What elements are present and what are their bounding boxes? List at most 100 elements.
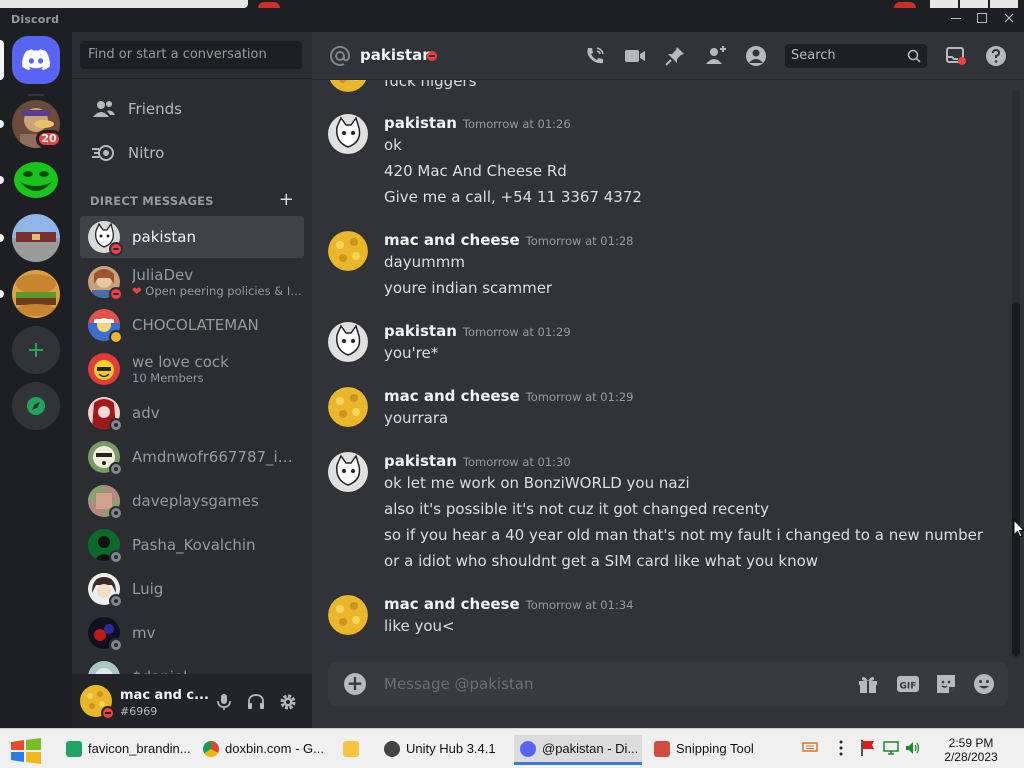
search-input[interactable]: Search	[785, 44, 927, 68]
message-composer[interactable]: + Message @pakistan GIF	[328, 662, 1008, 706]
tray-overflow-icon[interactable]	[836, 739, 846, 761]
message-timestamp: Tomorrow at 01:29	[525, 390, 634, 404]
volume-icon[interactable]	[904, 739, 922, 761]
divider	[72, 78, 312, 79]
inbox-button[interactable]	[944, 44, 968, 68]
microphone-icon	[217, 694, 231, 710]
taskbar-item-snipping-tool[interactable]: Snipping Tool	[648, 735, 770, 765]
gif-button[interactable]: GIF	[896, 672, 920, 696]
status-dnd-indicator	[101, 706, 115, 720]
create-dm-button[interactable]: +	[279, 189, 294, 210]
upload-button[interactable]: +	[344, 673, 366, 695]
message-author[interactable]: mac and cheese Tomorrow at 01:34	[384, 595, 633, 613]
avatar[interactable]	[328, 452, 368, 492]
home-button[interactable]	[12, 36, 60, 84]
explore-servers-button[interactable]	[12, 382, 60, 430]
pinned-messages-button[interactable]	[663, 44, 687, 68]
avatar[interactable]	[328, 322, 368, 362]
deafen-button[interactable]	[246, 692, 266, 712]
nav-friends[interactable]: Friends	[80, 88, 304, 130]
author-name: mac and cheese	[384, 231, 520, 249]
taskbar-item-label: @pakistan - Di...	[542, 741, 639, 756]
taskbar-item-discord[interactable]: @pakistan - Di...	[514, 735, 642, 765]
pin-icon	[665, 47, 684, 66]
emoji-button[interactable]	[972, 672, 996, 696]
help-icon	[986, 46, 1006, 66]
author-name: mac and cheese	[384, 595, 520, 613]
compass-icon	[27, 397, 45, 415]
taskbar-item-chrome[interactable]: doxbin.com - G...	[197, 735, 323, 765]
message-text: ok let me work on BonziWORLD you nazi	[384, 474, 690, 492]
avatar[interactable]	[328, 387, 368, 427]
dm-item-juliadev[interactable]: JuliaDev ❤ Open peering policies & IP...	[80, 261, 304, 303]
taskbar-item-label: doxbin.com - G...	[225, 741, 323, 756]
taskbar-item-file-explorer[interactable]	[337, 735, 367, 765]
dm-item-pakistan[interactable]: pakistan	[80, 216, 304, 258]
message-author[interactable]: mac and cheese Tomorrow at 01:29	[384, 387, 633, 405]
unity-icon	[384, 740, 400, 757]
message-text: so if you hear a 40 year old man that's …	[384, 526, 984, 544]
dm-item-chocolateman[interactable]: CHOCOLATEMAN	[80, 304, 304, 346]
nitro-icon	[80, 143, 128, 163]
sticker-button[interactable]	[934, 672, 958, 696]
avatar[interactable]	[328, 231, 368, 271]
server-burger[interactable]	[12, 270, 60, 318]
taskbar-item-unity-hub[interactable]: Unity Hub 3.4.1	[378, 735, 504, 765]
close-button[interactable]	[997, 11, 1021, 29]
status-idle-indicator	[109, 330, 123, 344]
dm-item-amdnwofr[interactable]: Amdnwofr667787_im...	[80, 436, 304, 478]
user-profile-button[interactable]	[744, 44, 768, 68]
avatar	[88, 485, 123, 520]
dm-name: adv	[132, 404, 160, 422]
message-author[interactable]: pakistan Tomorrow at 01:29	[384, 322, 571, 340]
help-button[interactable]	[984, 44, 1008, 68]
server-plaza[interactable]	[12, 214, 60, 262]
user-avatar[interactable]	[80, 685, 115, 720]
dm-item-pasha[interactable]: Pasha_Kovalchin	[80, 524, 304, 566]
message-author[interactable]: pakistan Tomorrow at 01:30	[384, 452, 571, 470]
status-dnd-indicator	[427, 51, 437, 61]
message-author[interactable]: pakistan Tomorrow at 01:26	[384, 114, 571, 132]
dm-item-daveplaysgames[interactable]: daveplaysgames	[80, 480, 304, 522]
video-call-button[interactable]	[623, 44, 647, 68]
headphones-icon	[248, 694, 264, 709]
message-input[interactable]: Message @pakistan	[384, 675, 533, 693]
start-button[interactable]	[10, 738, 42, 764]
user-settings-button[interactable]	[278, 692, 298, 712]
dm-item-mv[interactable]: mv	[80, 612, 304, 654]
dm-name: daveplaysgames	[132, 492, 259, 510]
taskbar-item-sheets[interactable]: favicon_brandin...	[60, 735, 190, 765]
add-server-button[interactable]	[12, 326, 60, 374]
status-offline-indicator	[109, 638, 123, 652]
background-window-strip	[0, 0, 1024, 8]
maximize-button[interactable]	[970, 11, 994, 29]
message-scrollbar[interactable]	[1012, 90, 1020, 658]
dm-name: mv	[132, 624, 156, 642]
dm-item-adv[interactable]: adv	[80, 392, 304, 434]
author-name: mac and cheese	[384, 387, 520, 405]
find-conversation-input[interactable]: Find or start a conversation	[80, 41, 302, 69]
nav-nitro[interactable]: Nitro	[80, 132, 304, 174]
avatar[interactable]	[328, 114, 368, 154]
system-clock[interactable]: 2:59 PM 2/28/2023	[925, 736, 1017, 764]
minimize-button[interactable]	[944, 11, 968, 29]
avatar[interactable]	[328, 595, 368, 635]
gear-icon	[280, 694, 296, 710]
add-friends-to-dm-button[interactable]	[704, 44, 728, 68]
flag-icon[interactable]	[860, 739, 876, 761]
server-trollface[interactable]	[12, 156, 60, 204]
ime-icon[interactable]	[802, 739, 818, 759]
network-icon[interactable]	[882, 739, 900, 761]
message-text: yourrara	[384, 409, 449, 427]
mute-button[interactable]	[214, 692, 234, 712]
inbox-icon	[946, 47, 966, 65]
dm-item-luig[interactable]: Luig	[80, 568, 304, 610]
scrollbar-thumb[interactable]	[1012, 302, 1020, 656]
message-text: ok	[384, 136, 402, 154]
gift-button[interactable]	[856, 672, 880, 696]
avatar	[88, 221, 123, 256]
voice-call-button[interactable]	[583, 44, 607, 68]
message-author[interactable]: mac and cheese Tomorrow at 01:28	[384, 231, 633, 249]
dm-item-group[interactable]: we love cock 10 Members	[80, 348, 304, 390]
status-offline-indicator	[109, 462, 123, 476]
